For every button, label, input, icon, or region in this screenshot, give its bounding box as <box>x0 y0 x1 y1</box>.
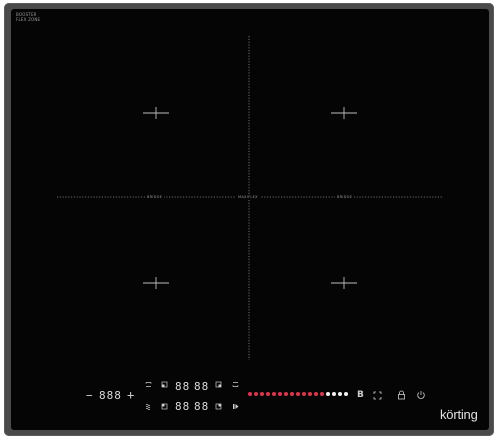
slider-level-dot-active[interactable] <box>302 392 306 396</box>
slider-level-dot-active[interactable] <box>314 392 318 396</box>
pause-icon[interactable] <box>232 403 239 410</box>
zone-bridge-icon[interactable] <box>232 381 239 388</box>
slider-level-dot-active[interactable] <box>254 392 258 396</box>
zone-crosshair-top-left <box>143 107 169 119</box>
zone-display-top-left: 88 <box>175 380 191 393</box>
zone-select-bottom-left-icon[interactable] <box>161 403 168 410</box>
zone-crosshair-bottom-left <box>143 277 169 289</box>
zone-markings <box>57 36 443 360</box>
power-slider[interactable] <box>248 392 348 398</box>
zone-label-right: BRIDGE <box>335 195 355 199</box>
slider-level-dot-active[interactable] <box>278 392 282 396</box>
zone-select-bottom-right-icon[interactable] <box>215 403 222 410</box>
zone-crosshair-bottom-right <box>331 277 357 289</box>
slider-level-dot-active[interactable] <box>320 392 324 396</box>
zone-display-bottom-left: 88 <box>175 400 191 413</box>
slider-level-dot[interactable] <box>344 392 348 396</box>
timer-minus-button[interactable]: − <box>86 389 93 402</box>
slider-level-dot-active[interactable] <box>290 392 294 396</box>
slider-level-dot-active[interactable] <box>296 392 300 396</box>
zone-select-top-right-icon[interactable] <box>215 381 222 388</box>
keep-warm-icon[interactable] <box>145 403 152 410</box>
zone-display-bottom-right: 88 <box>194 400 210 413</box>
power-icon[interactable] <box>416 390 426 400</box>
zone-label-left: BRIDGE <box>145 195 165 199</box>
slider-level-dot[interactable] <box>326 392 330 396</box>
zone-select-icon[interactable] <box>161 381 168 388</box>
flex-zone-icon[interactable] <box>373 391 382 400</box>
slider-level-dot-active[interactable] <box>260 392 264 396</box>
zone-select-top-left-icon[interactable] <box>145 381 152 388</box>
zone-display-top-right: 88 <box>194 380 210 393</box>
timer-plus-button[interactable]: + <box>127 388 134 402</box>
slider-level-dot-active[interactable] <box>284 392 288 396</box>
boost-button[interactable]: B <box>357 390 364 400</box>
slider-level-dot-active[interactable] <box>266 392 270 396</box>
slider-level-dot-active[interactable] <box>308 392 312 396</box>
timer-display: 888 <box>99 389 122 402</box>
zone-crosshair-top-right <box>331 107 357 119</box>
slider-level-dot-active[interactable] <box>272 392 276 396</box>
brand-logo: körting <box>440 407 478 422</box>
lock-icon[interactable] <box>397 390 406 400</box>
slider-level-dot[interactable] <box>338 392 342 396</box>
zone-label-center: MAXIFLEX <box>236 195 260 199</box>
slider-level-dot[interactable] <box>332 392 336 396</box>
slider-level-dot-active[interactable] <box>248 392 252 396</box>
